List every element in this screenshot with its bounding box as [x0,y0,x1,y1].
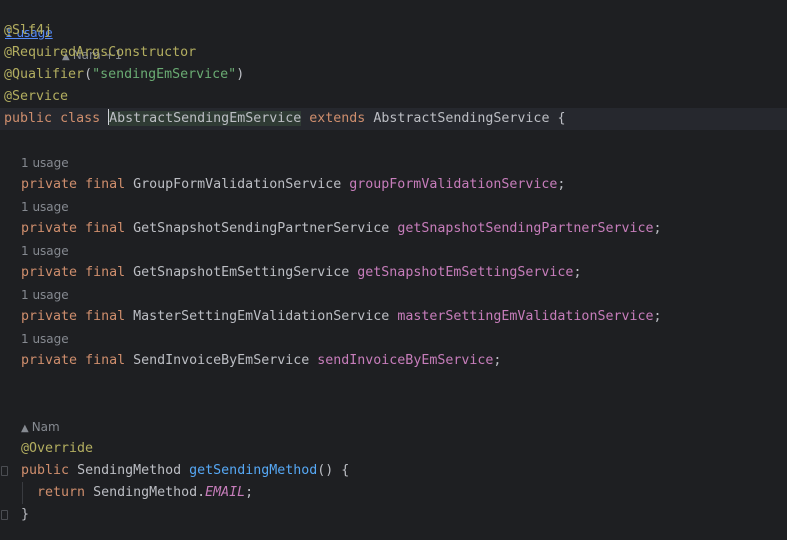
keyword-extends: extends [309,111,366,126]
return-statement-line: return SendingMethod.EMAIL; [37,482,787,504]
annotation-line: @RequiredArgsConstructor [4,42,787,64]
semicolon: ; [245,485,254,500]
keyword-final: final [85,221,126,236]
keyword-final: final [85,265,126,280]
paren-close: ) [236,67,245,82]
usage-hint[interactable]: 1 usage [21,328,787,350]
person-icon: ▲ [21,423,29,434]
annotation-qualifier[interactable]: @Qualifier [4,67,84,82]
usage-count[interactable]: 1 usage [21,156,69,170]
parent-class-name[interactable]: AbstractSendingService [373,111,549,126]
usage-count[interactable]: 1 usage [21,332,69,346]
annotation-line: @Service [4,86,787,108]
class-name[interactable]: AbstractSendingEmService [109,111,302,126]
semicolon: ; [557,177,566,192]
field-line: private final GetSnapshotSendingPartnerS… [21,218,787,240]
annotation-slf4j[interactable]: @Slf4j [4,23,52,38]
fold-marker-icon[interactable] [1,510,8,520]
field-name[interactable]: groupFormValidationService [349,177,557,192]
keyword-private: private [21,221,78,236]
keyword-private: private [21,177,78,192]
field-type[interactable]: GetSnapshotSendingPartnerService [133,221,389,236]
keyword-return: return [37,485,86,500]
enum-class[interactable]: SendingMethod. [93,485,205,500]
keyword-final: final [85,177,126,192]
keyword-public: public [4,111,53,126]
field-line: private final SendInvoiceByEmService sen… [21,350,787,372]
keyword-class: class [60,111,101,126]
field-type[interactable]: SendInvoiceByEmService [133,353,309,368]
keyword-public: public [21,463,70,478]
fold-marker-icon[interactable] [1,466,8,476]
usage-hint[interactable]: 1 usage [21,284,787,306]
field-type[interactable]: GroupFormValidationService [133,177,341,192]
usage-count[interactable]: 1 usage [21,244,69,258]
author-name: Nam [31,420,60,434]
field-line: private final MasterSettingEmValidationS… [21,306,787,328]
annotation-override[interactable]: @Override [21,441,93,456]
usage-count[interactable]: 1 usage [21,288,69,302]
annotation-required-args[interactable]: @RequiredArgsConstructor [4,45,196,60]
open-brace: { [557,111,566,126]
keyword-private: private [21,265,78,280]
paren-open: ( [84,67,93,82]
semicolon: ; [653,221,662,236]
field-name[interactable]: sendInvoiceByEmService [317,353,493,368]
enum-constant[interactable]: EMAIL [205,485,245,500]
method-name[interactable]: getSendingMethod [189,463,317,478]
semicolon: ; [653,309,662,324]
usage-hint[interactable]: 1 usage [21,152,787,174]
return-type[interactable]: SendingMethod [77,463,181,478]
keyword-private: private [21,353,78,368]
usage-hint[interactable]: 1 usage [21,196,787,218]
keyword-final: final [85,309,126,324]
method-signature-line: public SendingMethod getSendingMethod() … [21,460,787,482]
field-type[interactable]: GetSnapshotEmSettingService [133,265,349,280]
field-line: private final GroupFormValidationService… [21,174,787,196]
close-brace: } [21,507,30,522]
annotation-service[interactable]: @Service [4,89,68,104]
keyword-private: private [21,309,78,324]
semicolon: ; [493,353,502,368]
qualifier-value[interactable]: "sendingEmService" [92,67,236,82]
usage-count[interactable]: 1 usage [21,200,69,214]
field-line: private final GetSnapshotEmSettingServic… [21,262,787,284]
closing-brace-line: } [21,504,787,526]
annotation-line: @Slf4j [4,20,787,42]
field-name[interactable]: getSnapshotSendingPartnerService [397,221,653,236]
method-author-hint[interactable]: ▲ Nam [21,416,787,438]
annotation-line: @Override [21,438,787,460]
annotation-line: @Qualifier("sendingEmService") [4,64,787,86]
indent-guide [22,482,23,504]
keyword-final: final [85,353,126,368]
class-declaration-line[interactable]: public class AbstractSendingEmService ex… [0,108,787,130]
semicolon: ; [573,265,582,280]
field-name[interactable]: getSnapshotEmSettingService [357,265,573,280]
field-type[interactable]: MasterSettingEmValidationService [133,309,389,324]
header-inlay: 1 usage ▲ Nam +1 [0,0,787,62]
field-name[interactable]: masterSettingEmValidationService [397,309,653,324]
method-params: () { [317,463,350,478]
usage-hint[interactable]: 1 usage [21,240,787,262]
